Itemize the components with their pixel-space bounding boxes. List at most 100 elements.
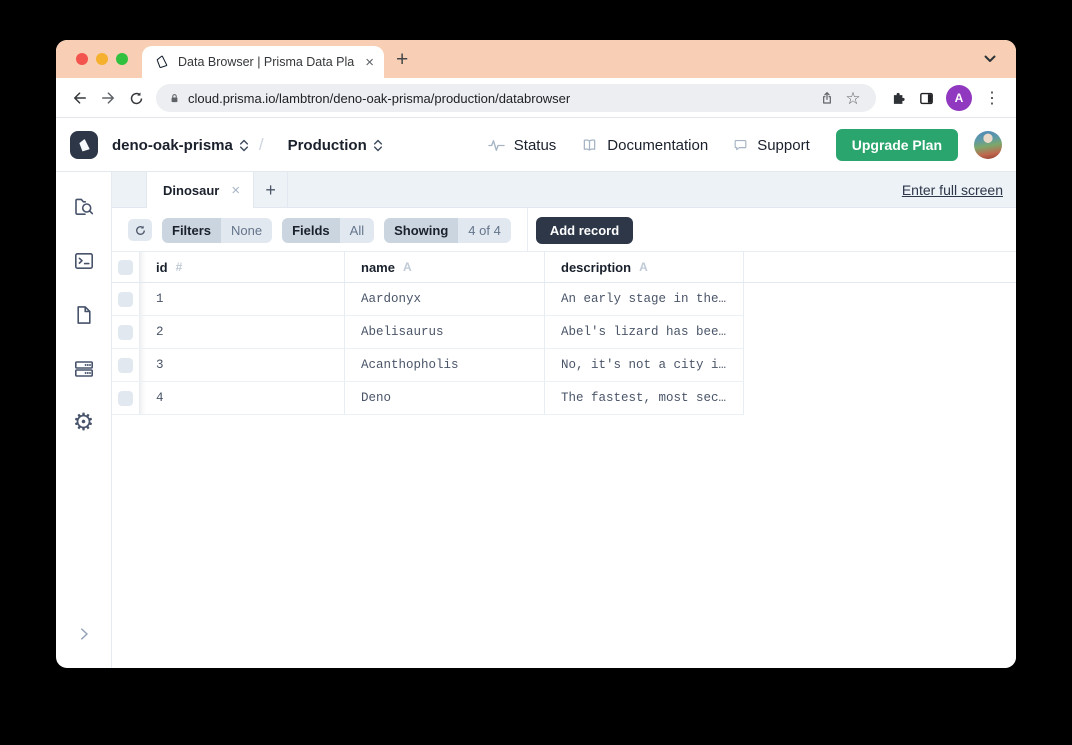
column-header-name[interactable]: name A	[345, 252, 545, 282]
browser-tab[interactable]: Data Browser | Prisma Data Pla ×	[142, 46, 384, 78]
showing-value: 4 of 4	[458, 217, 511, 243]
status-link[interactable]: Status	[487, 136, 556, 155]
toolbar-divider	[526, 208, 528, 252]
terminal-icon	[74, 253, 93, 269]
browser-tab-title: Data Browser | Prisma Data Pla	[178, 55, 355, 69]
enter-full-screen-link[interactable]: Enter full screen	[902, 182, 1003, 198]
table-header-row: id # name A description A	[112, 252, 1016, 283]
selector-chevrons-icon	[239, 139, 248, 151]
folder-search-icon	[74, 198, 93, 215]
user-avatar[interactable]	[974, 131, 1002, 159]
add-record-button[interactable]: Add record	[535, 216, 634, 244]
close-tab-icon[interactable]: ×	[365, 55, 374, 70]
row-checkbox[interactable]	[118, 357, 133, 373]
table-row[interactable]: 1 Aardonyx An early stage in the…	[112, 283, 744, 316]
filters-value: None	[221, 217, 273, 243]
prisma-favicon-icon	[154, 54, 170, 70]
browser-profile-avatar[interactable]: A	[946, 85, 972, 111]
table-row[interactable]: 2 Abelisaurus Abel's lizard has bee…	[112, 316, 744, 349]
cell-description[interactable]: An early stage in the…	[545, 283, 744, 315]
extensions-puzzle-icon[interactable]	[884, 84, 912, 112]
reload-icon[interactable]	[122, 84, 150, 112]
plus-icon: +	[265, 180, 276, 200]
prisma-logo[interactable]	[70, 131, 98, 159]
browser-window: Data Browser | Prisma Data Pla × + cloud…	[56, 40, 1016, 668]
sidebar-item-settings[interactable]: ⚙	[72, 411, 96, 435]
add-model-tab-button[interactable]: +	[254, 172, 289, 208]
pulse-icon	[488, 139, 505, 151]
select-all-cell	[112, 252, 140, 282]
support-link[interactable]: Support	[732, 137, 810, 154]
fields-label: Fields	[282, 217, 340, 243]
cell-description[interactable]: Abel's lizard has bee…	[545, 316, 744, 348]
filters-control[interactable]: Filters None	[162, 217, 273, 243]
sidebar-item-schema-viewer[interactable]	[72, 303, 96, 327]
data-table: id # name A description A 1 Aardonyx An …	[112, 252, 1016, 668]
book-icon	[584, 138, 596, 151]
cell-id[interactable]: 3	[140, 349, 345, 381]
row-checkbox[interactable]	[118, 390, 133, 406]
filters-label: Filters	[162, 217, 222, 243]
chrome-menu-icon[interactable]: ⋮	[978, 88, 1006, 108]
table-row[interactable]: 3 Acanthopholis No, it's not a city i…	[112, 349, 744, 382]
cell-name[interactable]: Aardonyx	[345, 283, 545, 315]
side-panel-icon[interactable]	[912, 84, 940, 112]
environment-selector[interactable]: Production	[288, 137, 383, 154]
cell-id[interactable]: 1	[140, 283, 345, 315]
url-text[interactable]: cloud.prisma.io/lambtron/deno-oak-prisma…	[188, 91, 814, 106]
row-checkbox[interactable]	[118, 291, 133, 307]
column-type-icon: A	[639, 260, 648, 274]
new-tab-button[interactable]: +	[396, 49, 408, 70]
tab-dinosaur-label: Dinosaur	[163, 182, 220, 198]
prisma-app: deno-oak-prisma / Production Status Docu…	[56, 118, 1016, 668]
forward-icon[interactable]	[94, 84, 122, 112]
chrome-tab-strip: Data Browser | Prisma Data Pla × +	[56, 40, 1016, 78]
sidebar-item-data-browser[interactable]	[72, 195, 96, 219]
select-all-checkbox[interactable]	[118, 259, 133, 275]
minimize-window-button[interactable]	[96, 53, 108, 65]
cell-name[interactable]: Acanthopholis	[345, 349, 545, 381]
breadcrumb-separator: /	[258, 135, 264, 154]
server-stack-icon	[74, 361, 93, 377]
cell-description[interactable]: The fastest, most sec…	[545, 382, 744, 414]
row-checkbox[interactable]	[118, 324, 133, 340]
back-icon[interactable]	[66, 84, 94, 112]
showing-control[interactable]: Showing 4 of 4	[384, 217, 511, 243]
project-selector[interactable]: deno-oak-prisma	[112, 137, 249, 154]
bookmark-star-icon[interactable]: ☆	[840, 85, 866, 111]
cell-id[interactable]: 2	[140, 316, 345, 348]
cell-description[interactable]: No, it's not a city i…	[545, 349, 744, 381]
column-type-icon: #	[175, 260, 183, 274]
window-controls	[76, 53, 128, 65]
table-row[interactable]: 4 Deno The fastest, most sec…	[112, 382, 744, 415]
tab-search-chevron-icon[interactable]	[984, 55, 996, 63]
sidebar: ⚙	[56, 172, 112, 668]
app-header: deno-oak-prisma / Production Status Docu…	[56, 118, 1016, 172]
upgrade-plan-button[interactable]: Upgrade Plan	[835, 129, 958, 161]
cell-name[interactable]: Deno	[345, 382, 545, 414]
column-header-description[interactable]: description A	[545, 252, 744, 282]
tab-dinosaur[interactable]: Dinosaur ×	[146, 172, 255, 208]
refresh-icon	[135, 225, 145, 235]
close-icon[interactable]: ×	[231, 183, 240, 198]
showing-label: Showing	[384, 217, 459, 243]
column-type-icon: A	[402, 260, 412, 274]
lock-icon[interactable]	[168, 91, 181, 106]
cell-name[interactable]: Abelisaurus	[345, 316, 545, 348]
close-window-button[interactable]	[76, 53, 88, 65]
fields-control[interactable]: Fields All	[282, 217, 375, 243]
cell-id[interactable]: 4	[140, 382, 345, 414]
sidebar-item-query-console[interactable]	[72, 249, 96, 273]
sidebar-expand-chevron-icon[interactable]	[72, 622, 96, 646]
address-bar[interactable]: cloud.prisma.io/lambtron/deno-oak-prisma…	[156, 84, 876, 112]
fields-value: All	[339, 217, 375, 243]
sidebar-item-databases[interactable]	[72, 357, 96, 381]
refresh-button[interactable]	[128, 219, 152, 241]
environment-name: Production	[287, 136, 367, 154]
documentation-link[interactable]: Documentation	[580, 136, 708, 155]
share-icon[interactable]	[814, 85, 840, 111]
main-content: Dinosaur × + Enter full screen Filters N…	[112, 172, 1016, 668]
chrome-toolbar: cloud.prisma.io/lambtron/deno-oak-prisma…	[56, 78, 1016, 118]
zoom-window-button[interactable]	[116, 53, 128, 65]
column-header-id[interactable]: id #	[140, 252, 345, 282]
